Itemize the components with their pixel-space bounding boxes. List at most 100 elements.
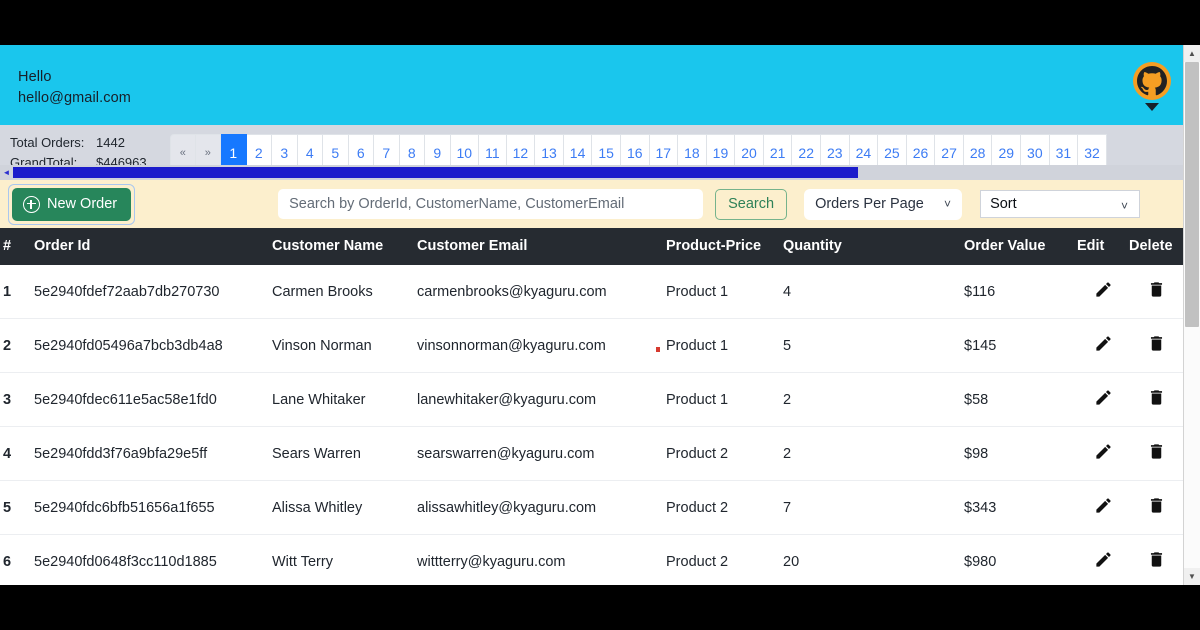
delete-button[interactable]	[1147, 496, 1166, 515]
cell-order-value: $98	[964, 426, 1077, 481]
table-row: 5 5e2940fdc6bfb51656a1f655 Alissa Whitley a…	[0, 480, 1183, 535]
cell-customer-email: lanewhitaker@kyaguru.com	[417, 372, 666, 427]
column-header-: #	[0, 228, 34, 265]
hscroll-left-arrow[interactable]: ◄	[0, 168, 13, 177]
column-header-edit: Edit	[1077, 228, 1129, 265]
avatar[interactable]	[1133, 62, 1171, 100]
delete-button[interactable]	[1147, 334, 1166, 353]
delete-button[interactable]	[1147, 388, 1166, 407]
delete-button[interactable]	[1147, 442, 1166, 461]
search-input[interactable]	[278, 189, 704, 219]
trash-icon	[1147, 390, 1166, 410]
hscroll-track[interactable]	[13, 167, 1187, 178]
cell-customer-email: searswarren@kyaguru.com	[417, 426, 666, 481]
vscroll-down-arrow[interactable]: ▼	[1184, 568, 1200, 585]
user-menu[interactable]	[1129, 62, 1175, 111]
table-row: 3 5e2940fdec611e5ac58e1fd0 Lane Whitaker la…	[0, 372, 1183, 427]
pencil-icon	[1094, 282, 1113, 302]
orders-per-page-label: Orders Per Page	[815, 196, 924, 212]
orders-table: # Order Id Customer Name Customer Email Prod…	[0, 228, 1183, 585]
cell-quantity: 7	[783, 480, 964, 535]
cell-order-id: 5e2940fdec611e5ac58e1fd0	[34, 372, 272, 427]
cell-order-value: $343	[964, 480, 1077, 535]
edit-button[interactable]	[1094, 550, 1113, 569]
delete-button[interactable]	[1147, 280, 1166, 299]
cell-order-id: 5e2940fdc6bfb51656a1f655	[34, 480, 272, 535]
orders-table-body: 1 5e2940fdef72aab7db270730 Carmen Brooks ca…	[0, 265, 1183, 585]
pencil-icon	[1094, 444, 1113, 464]
table-row: 6 5e2940fd0648f3cc110d1885 Witt Terry wittt…	[0, 534, 1183, 585]
plus-circle-icon	[23, 195, 40, 213]
column-header-customer-email: Customer Email	[417, 228, 666, 265]
cell-index: 4	[0, 426, 34, 481]
cell-customer-name: Carmen Brooks	[272, 265, 417, 319]
edit-button[interactable]	[1094, 280, 1113, 299]
edit-button[interactable]	[1094, 334, 1113, 353]
table-row: 1 5e2940fdef72aab7db270730 Carmen Brooks ca…	[0, 265, 1183, 319]
vscroll-thumb[interactable]	[1185, 62, 1199, 327]
table-toolbar: New Order Search Orders Per Page ˅ Sort …	[0, 180, 1200, 228]
cell-order-value: $116	[964, 265, 1077, 319]
sort-select[interactable]: Sort ˅	[980, 190, 1141, 218]
trash-icon	[1147, 336, 1166, 356]
edit-button[interactable]	[1094, 442, 1113, 461]
search-button[interactable]: Search	[715, 188, 788, 220]
cell-quantity: 20	[783, 534, 964, 585]
github-octocat-icon	[1137, 66, 1167, 96]
sort-label: Sort	[990, 196, 1017, 212]
trash-icon	[1147, 498, 1166, 518]
horizontal-scrollbar[interactable]: ◄ ►	[0, 165, 1200, 180]
cell-edit	[1077, 534, 1129, 585]
cell-customer-name: Witt Terry	[272, 534, 417, 585]
chevron-down-icon: ˅	[944, 196, 952, 211]
orders-per-page-select[interactable]: Orders Per Page ˅	[804, 188, 963, 220]
cell-customer-email: alissawhitley@kyaguru.com	[417, 480, 666, 535]
hscroll-thumb[interactable]	[13, 167, 859, 178]
cell-quantity: 2	[783, 426, 964, 481]
trash-icon	[1147, 552, 1166, 572]
pagination-bar: Total Orders: 1442 GrandTotal: $446963 «…	[0, 125, 1200, 180]
cell-customer-email: wittterry@kyaguru.com	[417, 534, 666, 585]
edit-button[interactable]	[1094, 388, 1113, 407]
vertical-scrollbar[interactable]: ▲ ▼	[1183, 45, 1200, 585]
cell-delete	[1129, 480, 1183, 535]
column-header-product-price: Product-Price	[666, 228, 783, 265]
vscroll-up-arrow[interactable]: ▲	[1184, 45, 1200, 62]
new-order-button[interactable]: New Order	[12, 187, 132, 221]
app-header: Hello hello@gmail.com	[0, 45, 1200, 125]
cell-product-price: Product 2	[666, 426, 783, 481]
cell-edit	[1077, 265, 1129, 319]
cell-quantity: 2	[783, 372, 964, 427]
cell-edit	[1077, 480, 1129, 535]
cell-order-value: $980	[964, 534, 1077, 585]
column-header-order-value: Order Value	[964, 228, 1077, 265]
cell-delete	[1129, 426, 1183, 481]
caret-down-icon[interactable]	[1145, 103, 1159, 111]
greeting-text: Hello	[18, 69, 52, 85]
cell-edit	[1077, 426, 1129, 481]
pencil-icon	[1094, 498, 1113, 518]
cell-order-value: $145	[964, 318, 1077, 373]
pencil-icon	[1094, 552, 1113, 572]
browser-viewport: Hello hello@gmail.com Total Orders: 1442…	[0, 45, 1200, 585]
cell-order-id: 5e2940fdef72aab7db270730	[34, 265, 272, 319]
cell-index: 5	[0, 480, 34, 535]
user-email-text: hello@gmail.com	[18, 90, 131, 106]
cell-order-id: 5e2940fdd3f76a9bfa29e5ff	[34, 426, 272, 481]
cell-order-id: 5e2940fd0648f3cc110d1885	[34, 534, 272, 585]
table-header-row: # Order Id Customer Name Customer Email Prod…	[0, 228, 1183, 265]
column-header-delete: Delete	[1129, 228, 1183, 265]
cell-index: 1	[0, 265, 34, 319]
new-order-label: New Order	[47, 196, 118, 212]
cell-product-price: Product 1	[666, 372, 783, 427]
pencil-icon	[1094, 336, 1113, 356]
cell-delete	[1129, 534, 1183, 585]
edit-button[interactable]	[1094, 496, 1113, 515]
pencil-icon	[1094, 390, 1113, 410]
delete-button[interactable]	[1147, 550, 1166, 569]
cell-edit	[1077, 372, 1129, 427]
cell-quantity: 4	[783, 265, 964, 319]
cell-customer-name: Vinson Norman	[272, 318, 417, 373]
cell-index: 3	[0, 372, 34, 427]
cell-product-price: Product 1	[666, 265, 783, 319]
